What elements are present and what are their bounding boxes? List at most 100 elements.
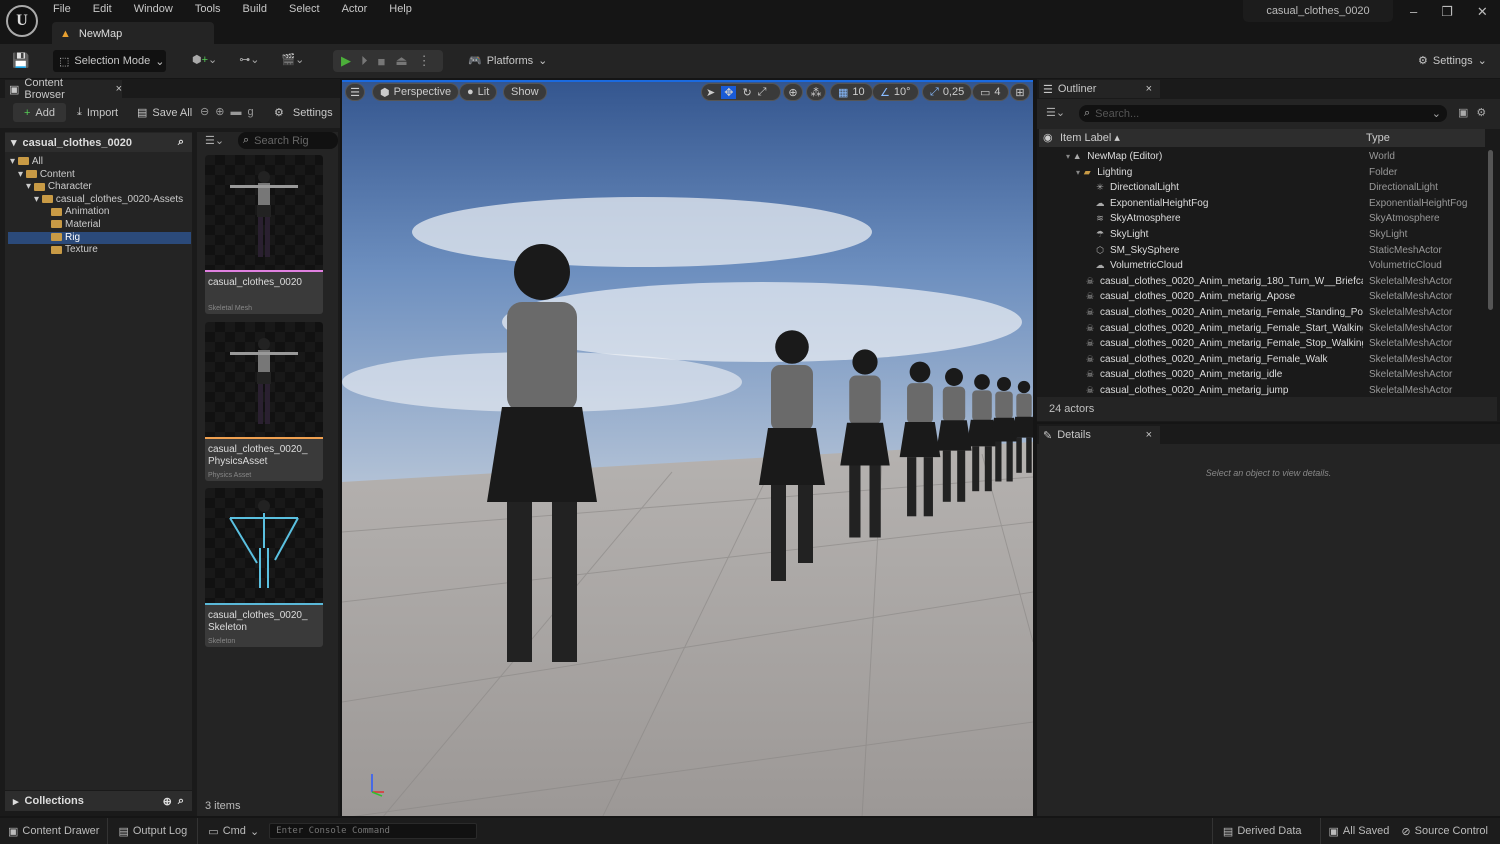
visibility-icon[interactable]: ◉ — [1043, 129, 1053, 147]
outliner-row[interactable]: ☁ ExponentialHeightFog ExponentialHeightFo… — [1040, 196, 1486, 212]
tab-details[interactable]: ✎ Details × — [1039, 426, 1160, 444]
content-drawer-button[interactable]: ▣ Content Drawer — [0, 818, 109, 844]
outliner-row[interactable]: ☁ VolumetricCloud VolumetricCloud — [1040, 258, 1486, 274]
menu-select[interactable]: Select — [289, 3, 320, 15]
outliner-row[interactable]: ▾ ▰ Lighting Folder — [1040, 165, 1486, 181]
outliner-scrollbar[interactable] — [1488, 150, 1493, 310]
scale-snap-toggle[interactable]: ⤢ 0,25 — [922, 83, 973, 101]
back-icon[interactable]: ⊖ — [200, 105, 209, 118]
outliner-row[interactable]: ☠ casual_clothes_0020_Anim_metarig_180_Tu… — [1040, 274, 1486, 290]
column-item-label[interactable]: Item Label ▴ — [1060, 129, 1120, 147]
output-log-button[interactable]: ▤ Output Log — [108, 818, 199, 844]
surface-snap-icon[interactable]: ⁂ — [806, 83, 826, 101]
column-type[interactable]: Type — [1366, 129, 1390, 147]
tree-root[interactable]: ▾ casual_clothes_0020 ⌕ — [5, 133, 192, 152]
asset-search-input[interactable]: ⌕ Search Rig — [238, 132, 338, 149]
scale-tool-icon[interactable]: ⤢ — [758, 86, 767, 99]
tab-outliner[interactable]: ☰ Outliner × — [1039, 80, 1160, 98]
console-command-input[interactable] — [269, 823, 478, 839]
search-icon[interactable]: ⌕ — [178, 136, 184, 149]
move-tool-icon[interactable]: ✥ — [721, 85, 737, 99]
outliner-row[interactable]: ⬡ SM_SkySphere StaticMeshActor — [1040, 243, 1486, 259]
platforms-button[interactable]: 🎮 Platforms ⌄ — [468, 54, 547, 68]
menu-build[interactable]: Build — [243, 3, 267, 15]
tree-item-content[interactable]: ▾ Content — [8, 169, 191, 182]
filter-button[interactable]: ☰⌄ — [205, 134, 224, 147]
outliner-row[interactable]: ☠ casual_clothes_0020_Anim_metarig_Female… — [1040, 336, 1486, 352]
outliner-row[interactable]: ≋ SkyAtmosphere SkyAtmosphere — [1040, 211, 1486, 227]
outliner-row[interactable]: ☠ casual_clothes_0020_Anim_metarig_Female… — [1040, 321, 1486, 337]
show-button[interactable]: Show — [503, 83, 547, 101]
select-tool-icon[interactable]: ➤ — [706, 86, 715, 99]
tree-item-rig[interactable]: Rig — [8, 231, 191, 245]
settings-button[interactable]: ⚙ Settings ⌄ — [1418, 54, 1487, 68]
lit-button[interactable]: ● Lit — [459, 83, 498, 101]
blueprint-icon[interactable]: ⊶⌄ — [239, 53, 259, 66]
menu-actor[interactable]: Actor — [342, 3, 368, 15]
minimize-button[interactable]: – — [1410, 4, 1417, 20]
viewport-menu-button[interactable]: ☰ — [345, 83, 365, 101]
menu-tools[interactable]: Tools — [195, 3, 221, 15]
tree-item-texture[interactable]: Texture — [8, 244, 191, 257]
cinematics-icon[interactable]: 🎬⌄ — [281, 53, 304, 66]
asset-tile-skeletal-mesh[interactable]: casual_clothes_0020 Skeletal Mesh — [205, 155, 323, 314]
outliner-row[interactable]: ☠ casual_clothes_0020_Anim_metarig_idle Sk… — [1040, 367, 1486, 383]
cmd-dropdown[interactable]: ▭ Cmd ⌄ — [198, 818, 269, 844]
perspective-button[interactable]: ⬢ Perspective — [372, 83, 460, 101]
menu-window[interactable]: Window — [134, 3, 173, 15]
outliner-row[interactable]: ✳ DirectionalLight DirectionalLight — [1040, 180, 1486, 196]
menu-help[interactable]: Help — [389, 3, 412, 15]
outliner-row[interactable]: ☂ SkyLight SkyLight — [1040, 227, 1486, 243]
collections-header[interactable]: ▸ Collections ⊕ ⌕ — [5, 791, 192, 811]
all-saved-button[interactable]: ▣ All Saved — [1319, 818, 1398, 844]
filter-button[interactable]: ☰⌄ — [1046, 106, 1065, 119]
path-breadcrumb[interactable]: g — [247, 106, 253, 118]
asset-tile-skeleton[interactable]: casual_clothes_0020_ Skeleton Skeleton — [205, 488, 323, 647]
more-icon[interactable]: ⋮ — [418, 53, 431, 69]
folder-icon[interactable]: ▬ — [230, 106, 241, 118]
rotation-snap-toggle[interactable]: ∠ 10° — [872, 83, 919, 101]
add-actor-icon[interactable]: ⬢+⌄ — [192, 53, 217, 66]
search-icon[interactable]: ⌕ — [178, 795, 184, 808]
add-collection-icon[interactable]: ⊕ — [163, 795, 172, 808]
tab-content-browser[interactable]: ▣ Content Browser × — [5, 77, 122, 101]
menu-edit[interactable]: Edit — [93, 3, 112, 15]
add-button[interactable]: + Add — [13, 103, 66, 122]
menu-file[interactable]: File — [53, 3, 71, 15]
outliner-row[interactable]: ☠ casual_clothes_0020_Anim_metarig_Apose S… — [1040, 289, 1486, 305]
eject-icon[interactable]: ⏏ — [395, 53, 407, 69]
level-viewport[interactable] — [342, 80, 1033, 816]
add-folder-icon[interactable]: ▣ — [1458, 106, 1468, 119]
tree-item-all[interactable]: ▾ All — [8, 156, 191, 169]
close-tab-icon[interactable]: × — [1146, 83, 1152, 95]
close-tab-icon[interactable]: × — [1146, 429, 1152, 441]
tree-item-character[interactable]: ▾ Character — [8, 181, 191, 194]
import-button[interactable]: ⤓ Import — [77, 106, 118, 119]
outliner-row[interactable]: ☠ casual_clothes_0020_Anim_metarig_Female… — [1040, 352, 1486, 368]
derived-data-button[interactable]: ▤ Derived Data — [1211, 818, 1320, 844]
tree-item-material[interactable]: Material — [8, 219, 191, 232]
rotate-tool-icon[interactable]: ↻ — [742, 86, 751, 99]
stop-icon[interactable]: ■ — [378, 54, 386, 69]
outliner-row[interactable]: ☠ casual_clothes_0020_Anim_metarig_Female… — [1040, 305, 1486, 321]
outliner-row[interactable]: ▾ ▲ NewMap (Editor) World — [1040, 149, 1486, 165]
gear-icon[interactable]: ⚙ — [1476, 106, 1486, 119]
selection-mode-dropdown[interactable]: ⬚ Selection Mode ⌄ — [53, 50, 166, 72]
tab-newmap[interactable]: ▲ NewMap — [52, 22, 214, 45]
world-space-icon[interactable]: ⊕ — [783, 83, 803, 101]
source-control-button[interactable]: ⊘ Source Control — [1397, 818, 1500, 844]
step-icon[interactable]: ⏵ — [361, 53, 368, 69]
forward-icon[interactable]: ⊕ — [215, 105, 224, 118]
asset-tile-physics-asset[interactable]: casual_clothes_0020_ PhysicsAsset Physic… — [205, 322, 323, 481]
outliner-search-input[interactable]: ⌕ Search... ⌄ — [1079, 105, 1447, 122]
grid-snap-toggle[interactable]: ▦ 10 — [830, 83, 873, 101]
close-window-button[interactable]: ✕ — [1477, 4, 1488, 20]
play-icon[interactable]: ▶ — [341, 53, 351, 69]
cb-settings-button[interactable]: ⚙ Settings — [274, 106, 333, 120]
close-tab-icon[interactable]: × — [116, 83, 122, 95]
unreal-logo[interactable]: U — [6, 5, 38, 37]
camera-speed-button[interactable]: ▭ 4 — [972, 83, 1009, 101]
tree-item-assets[interactable]: ▾ casual_clothes_0020-Assets — [8, 194, 191, 207]
save-all-button[interactable]: ▤ Save All — [137, 106, 192, 120]
tree-item-animation[interactable]: Animation — [8, 206, 191, 219]
